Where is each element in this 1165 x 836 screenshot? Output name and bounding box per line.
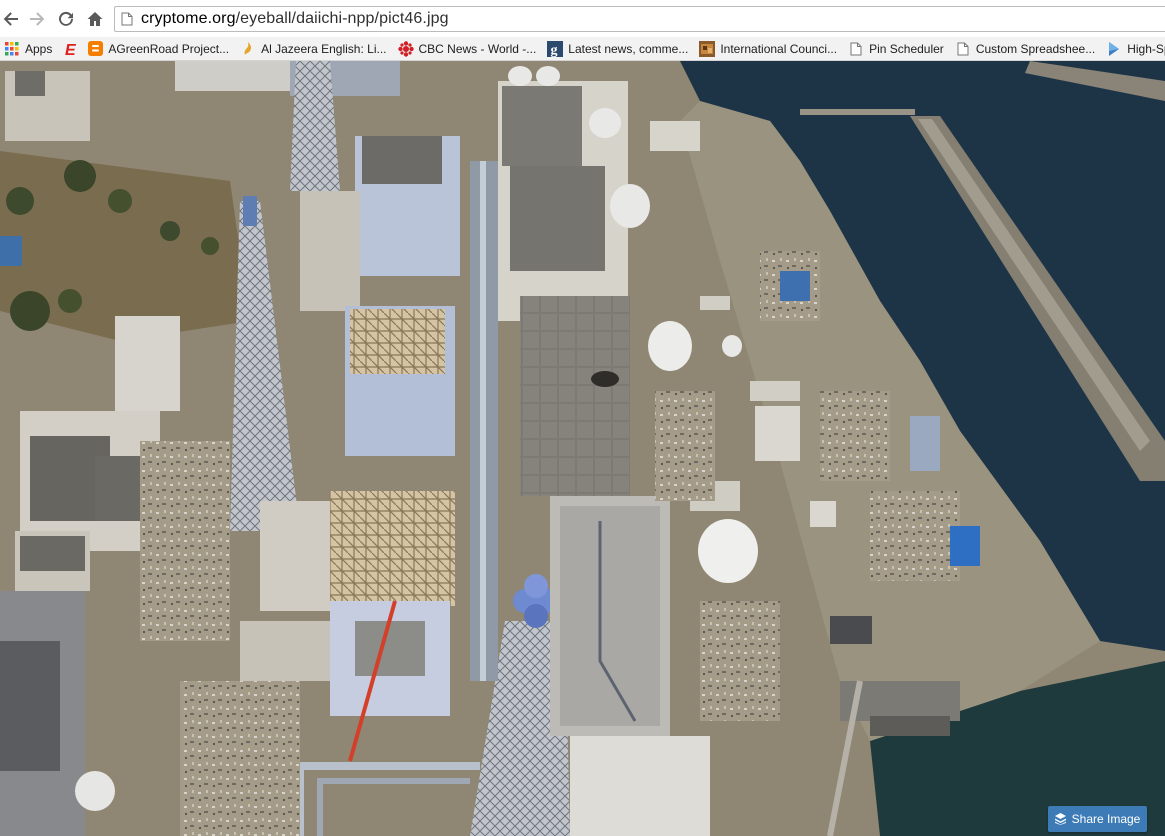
pipe — [480, 161, 486, 681]
bookmark-label: Latest news, comme... — [568, 41, 689, 56]
bookmark-agreenroad[interactable]: AGreenRoad Project... — [83, 37, 236, 60]
stack-icon — [1054, 813, 1066, 825]
aerial-photo-canvas — [0, 61, 1165, 836]
turbine-hall-roof — [0, 641, 60, 771]
bookmark-label: CBC News - World -... — [418, 41, 537, 56]
page-icon — [955, 41, 971, 57]
url-text: cryptome.org/eyeball/daiichi-npp/pict46.… — [141, 10, 449, 28]
guardian-g-icon: g — [547, 40, 564, 57]
cbc-icon — [397, 40, 414, 57]
bookmark-label: Apps — [25, 41, 53, 56]
tree — [6, 187, 34, 215]
bookmark-custom-spreadsheet[interactable]: Custom Spreadshee... — [951, 37, 1102, 60]
turbine-roof-panel — [560, 506, 660, 726]
pier — [800, 109, 915, 115]
play-arrow-icon — [1106, 41, 1122, 57]
reactor-building-3-debris — [350, 309, 445, 374]
building — [115, 316, 180, 411]
roof-vent — [15, 71, 45, 96]
storage-tank — [698, 519, 758, 583]
svg-text:E: E — [65, 42, 77, 57]
home-icon[interactable] — [84, 8, 106, 30]
building — [830, 616, 872, 644]
building — [810, 501, 836, 527]
equipment-yard — [870, 491, 960, 581]
building — [750, 381, 800, 401]
intake-grating — [870, 716, 950, 736]
bookmarks-bar: Apps E AGreenRoad Project... Al Jazeera … — [0, 37, 1165, 61]
bookmark-label: Al Jazeera English: Li... — [261, 41, 387, 56]
page-icon — [848, 41, 864, 57]
reactor-building-2-frame — [330, 491, 455, 606]
storage-tank — [610, 184, 650, 228]
photo-favicon-icon — [699, 40, 716, 57]
apps-grid-icon — [4, 41, 20, 57]
share-image-button[interactable]: Share Image — [1048, 806, 1147, 832]
aerial-photo — [0, 61, 1165, 836]
reactor-building-4-roof — [362, 136, 442, 184]
bookmark-pin-scheduler[interactable]: Pin Scheduler — [844, 37, 951, 60]
blogger-icon — [87, 41, 103, 57]
stack-top — [243, 196, 257, 226]
roof — [20, 536, 85, 571]
bookmark-apps[interactable]: Apps — [0, 37, 59, 60]
svg-text:g: g — [551, 43, 558, 57]
building — [650, 121, 700, 151]
turbine-roof — [502, 86, 582, 166]
equipment-yard — [820, 391, 890, 481]
debris-field — [140, 441, 230, 641]
back-arrow-icon[interactable] — [0, 8, 22, 30]
roof-hole — [591, 371, 619, 387]
blue-tanks — [950, 526, 980, 566]
engadget-e-icon: E — [63, 41, 79, 57]
bookmark-international-council[interactable]: International Counci... — [695, 37, 844, 60]
bookmark-cbc[interactable]: CBC News - World -... — [394, 37, 544, 60]
url-host: cryptome.org — [141, 10, 236, 27]
intake-pumps — [910, 416, 940, 471]
turbine-roof — [510, 166, 605, 271]
bookmark-guardian[interactable]: g Latest news, comme... — [543, 37, 695, 60]
tree — [108, 189, 132, 213]
tree — [160, 221, 180, 241]
address-bar[interactable]: cryptome.org/eyeball/daiichi-npp/pict46.… — [114, 6, 1165, 32]
bookmark-aljazeera[interactable]: Al Jazeera English: Li... — [236, 37, 393, 60]
bookmark-label: Pin Scheduler — [869, 41, 944, 56]
debris-field — [700, 601, 780, 721]
debris-field — [655, 391, 715, 501]
url-path: /eyeball/daiichi-npp/pict46.jpg — [235, 10, 449, 27]
bookmark-engadget[interactable]: E — [59, 37, 83, 60]
bookmark-label: International Counci... — [720, 41, 838, 56]
bookmark-high-speed[interactable]: High-Spee — [1102, 37, 1165, 60]
reload-icon[interactable] — [55, 8, 77, 30]
tree — [64, 160, 96, 192]
tree — [201, 237, 219, 255]
debris-field — [180, 681, 300, 836]
storage-tank — [722, 335, 742, 357]
storage-tank — [75, 771, 115, 811]
building — [700, 296, 730, 310]
building — [755, 406, 800, 461]
service-building — [240, 621, 330, 681]
blue-equipment — [780, 271, 810, 301]
reactor-building-1-floor — [355, 621, 425, 676]
tree — [10, 291, 50, 331]
bookmark-label: High-Spee — [1127, 41, 1165, 56]
storage-tank — [648, 321, 692, 371]
blue-building — [0, 236, 22, 266]
turbine-building-end — [570, 736, 710, 836]
bookmark-label: AGreenRoad Project... — [108, 41, 230, 56]
storage-tank — [589, 108, 621, 138]
storage-tank — [536, 66, 560, 86]
bookmark-label: Custom Spreadshee... — [975, 41, 1096, 56]
service-building — [260, 501, 330, 611]
forward-arrow-icon[interactable] — [26, 8, 48, 30]
building — [300, 191, 360, 311]
browser-toolbar: cryptome.org/eyeball/daiichi-npp/pict46.… — [0, 0, 1165, 37]
storage-tank — [508, 66, 532, 86]
tree — [58, 289, 82, 313]
share-image-label: Share Image — [1071, 812, 1141, 826]
turbine-building-roof — [520, 296, 630, 496]
al-jazeera-icon — [240, 41, 256, 57]
page-icon — [121, 12, 133, 26]
